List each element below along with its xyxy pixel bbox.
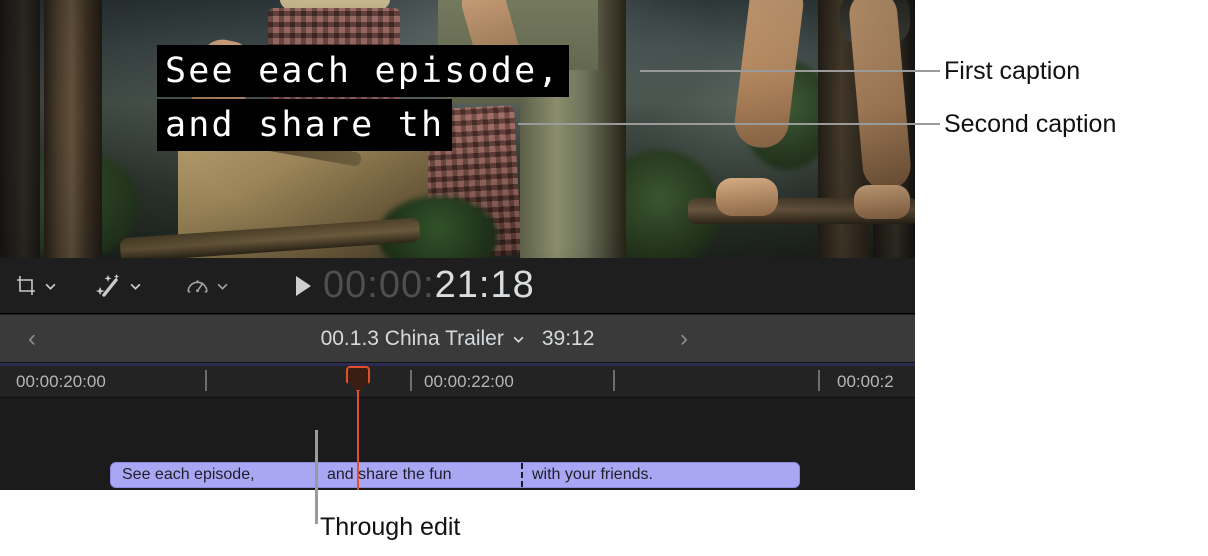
caption-segment-label: with your friends.	[532, 466, 653, 483]
viewer-toolbar: 00:00:21:18	[0, 258, 915, 314]
magic-wand-icon	[95, 273, 123, 299]
ruler-label-2: 00:00:22:00	[424, 372, 514, 391]
through-edit-divider-2	[521, 463, 523, 487]
tree-trunk-left	[44, 0, 102, 258]
annotation-second-caption: Second caption	[944, 110, 1117, 138]
caption-segment-1[interactable]: See each episode,	[111, 462, 316, 488]
ruler-tick-3	[613, 370, 615, 391]
project-name[interactable]: 00.1.3 China Trailer	[321, 327, 504, 351]
timecode-seconds-frames: 21:18	[434, 264, 535, 306]
enhancements-tool-button[interactable]	[95, 270, 141, 302]
project-duration: 39:12	[541, 327, 595, 350]
chevron-down-icon[interactable]	[513, 336, 524, 343]
timeline-body[interactable]: See each episode, and share the fun with…	[0, 398, 915, 490]
caption-overlay-line-2: and share th	[157, 99, 453, 151]
tree-trunk-far-left	[0, 0, 40, 258]
timecode-value[interactable]: 00:00:21:18	[323, 264, 535, 307]
person-right-hand	[716, 178, 778, 216]
callout-line-through-edit	[315, 430, 318, 524]
chevron-down-icon[interactable]	[217, 283, 228, 290]
person-far-right-hand	[854, 185, 910, 219]
ruler-tick-4	[818, 370, 820, 391]
ruler-label-1: 00:00:20:00	[16, 372, 106, 391]
caption-overlay-line-1: See each episode,	[157, 45, 569, 97]
caption-segment-2[interactable]: and share the fun	[316, 462, 521, 488]
crop-icon	[14, 274, 38, 298]
caption-segment-3[interactable]: with your friends.	[521, 462, 799, 488]
chevron-down-icon[interactable]	[45, 283, 56, 290]
timecode-hours-minutes: 00:00:	[323, 264, 435, 306]
viewer-pane[interactable]: See each episode, and share th	[0, 0, 915, 258]
annotation-through-edit: Through edit	[320, 513, 461, 541]
timecode-display[interactable]: 00:00:21:18	[296, 264, 535, 307]
chevron-down-icon[interactable]	[130, 283, 141, 290]
annotation-first-caption: First caption	[944, 57, 1081, 85]
ruler-label-3: 00:00:2	[837, 372, 894, 391]
speedometer-icon	[185, 274, 210, 299]
callout-line-second-caption	[518, 123, 940, 125]
play-icon[interactable]	[296, 275, 311, 296]
caption-overlay: See each episode, and share th	[157, 45, 569, 151]
next-arrow-icon[interactable]: ›	[680, 325, 688, 353]
project-title-group: 00.1.3 China Trailer 39:12	[0, 315, 915, 363]
callout-line-first-caption	[640, 70, 940, 72]
crop-tool-button[interactable]	[14, 270, 56, 302]
timeline-ruler[interactable]: 00:00:20:00 00:00:22:00 00:00:2	[0, 366, 915, 398]
project-navigation-bar: ‹ 00.1.3 China Trailer 39:12 ›	[0, 315, 915, 363]
caption-segment-label: and share the fun	[327, 466, 452, 483]
ruler-tick-2	[410, 370, 412, 391]
retime-tool-button[interactable]	[185, 270, 228, 302]
ruler-tick-1	[205, 370, 207, 391]
caption-clip-row[interactable]: See each episode, and share the fun with…	[110, 462, 800, 488]
timeline-pane[interactable]: 00:00:20:00 00:00:22:00 00:00:2 See each…	[0, 363, 915, 490]
caption-segment-label: See each episode,	[122, 466, 255, 483]
final-cut-pro-window: See each episode, and share th 00:00:21:…	[0, 0, 915, 490]
screenshot-root: See each episode, and share th 00:00:21:…	[0, 0, 1208, 556]
